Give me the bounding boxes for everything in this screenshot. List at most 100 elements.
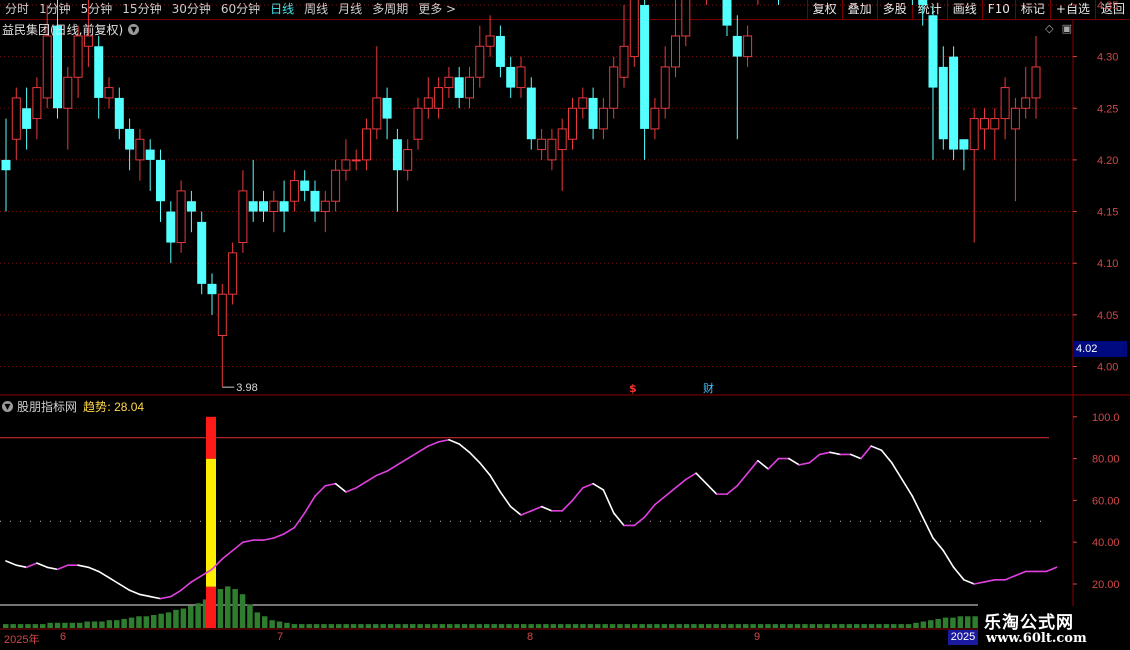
trend-line-segment — [973, 581, 986, 585]
trend-line-segment — [406, 451, 419, 460]
trend-line-segment — [170, 589, 182, 598]
trend-line-segment — [643, 503, 656, 518]
volume-bar — [669, 624, 675, 628]
trend-line-segment — [180, 581, 193, 592]
trend-line-segment — [1004, 574, 1017, 581]
chevron-down-icon[interactable]: ▼ — [128, 24, 140, 35]
volume-bar — [180, 608, 187, 628]
volume-bar — [99, 621, 105, 628]
candle-body — [557, 128, 567, 151]
trend-line-segment — [334, 482, 347, 493]
trend-line-segment — [767, 457, 780, 470]
candle-body — [392, 139, 402, 171]
volume-bar — [276, 621, 283, 628]
indicator-tick-label: 60.00 — [1092, 495, 1120, 507]
volume-bar — [328, 624, 335, 628]
volume-bar — [513, 624, 520, 628]
volume-bar — [136, 616, 142, 628]
volume-bar — [69, 622, 76, 628]
volume-bar — [528, 624, 534, 628]
volume-bar — [476, 624, 483, 628]
trend-line-segment — [932, 537, 945, 552]
chevron-down-icon[interactable]: ▼ — [2, 401, 13, 412]
current-price-badge: 4.02 — [1073, 341, 1127, 357]
candle-body — [938, 66, 948, 140]
volume-bar — [817, 624, 823, 628]
volume-bar — [173, 609, 179, 628]
candle-body — [351, 159, 361, 162]
trend-line-segment — [324, 482, 337, 487]
volume-bar — [802, 624, 808, 628]
candle-body — [289, 180, 299, 202]
volume-bar — [84, 621, 90, 628]
volume-bar — [632, 624, 638, 628]
candle-body — [42, 35, 52, 99]
volume-bar — [846, 624, 853, 628]
volume-bar — [395, 624, 401, 628]
trend-line-segment — [705, 482, 718, 495]
trend-line-segment — [818, 451, 831, 456]
volume-bar — [225, 586, 231, 628]
candle-body — [11, 97, 21, 140]
volume-bar — [698, 624, 705, 628]
candle-body — [526, 87, 536, 140]
trend-line-segment — [1014, 570, 1027, 577]
indicator-header: ▼ 股朋指标网 趋势: 28.04 — [2, 398, 144, 415]
candle-body — [918, 0, 928, 5]
stock-title: 益民集团(日线,前复权) — [2, 23, 124, 37]
volume-bar — [143, 616, 150, 628]
candle-body — [207, 283, 217, 295]
trend-line-segment — [46, 566, 59, 571]
volume-bar — [602, 624, 608, 628]
volume-bar — [750, 624, 756, 628]
volume-bar — [646, 624, 653, 628]
trend-line-segment — [911, 495, 924, 518]
candle-body — [475, 45, 485, 78]
trend-line-segment — [396, 457, 409, 466]
candle-body — [465, 76, 474, 99]
trend-line-segment — [581, 482, 594, 489]
indicator-tick-label: 80.00 — [1092, 454, 1120, 466]
volume-bar — [484, 624, 490, 628]
volume-bar — [765, 624, 771, 628]
volume-bar — [624, 624, 631, 628]
candle-body — [300, 180, 310, 191]
candle-body — [547, 138, 557, 161]
volume-bar — [521, 624, 527, 628]
indicator-line-value: 28.04 — [114, 399, 145, 414]
volume-bar — [461, 624, 468, 628]
volume-bar — [232, 589, 238, 628]
selected-year[interactable]: 2025 — [948, 630, 978, 645]
candle-body — [537, 138, 547, 151]
candle-body — [423, 97, 433, 109]
volume-bar — [735, 624, 742, 628]
window-icon[interactable]: ▣ — [1062, 22, 1072, 35]
trend-line-segment — [746, 459, 759, 475]
candle-body — [125, 128, 135, 150]
trend-line-segment — [921, 516, 934, 539]
candle-body — [743, 35, 753, 58]
candle-body — [640, 4, 650, 129]
trend-line-segment — [787, 457, 800, 466]
diamond-icon[interactable]: ◇ — [1045, 22, 1053, 35]
chart-canvas[interactable]: 4.604.554.504.454.404.354.304.254.204.15… — [0, 0, 1130, 650]
volume-bar — [284, 622, 290, 628]
candle-body — [186, 201, 196, 212]
trend-line-segment — [221, 549, 234, 560]
volume-bar — [424, 624, 431, 628]
candle-body — [104, 87, 114, 99]
trend-line-segment — [149, 595, 162, 600]
trend-line-segment — [880, 449, 893, 464]
trend-line-segment — [262, 537, 275, 541]
volume-bar — [291, 624, 298, 628]
candle-body — [949, 56, 959, 150]
trend-line-segment — [489, 474, 502, 493]
candle-body — [485, 35, 495, 47]
trend-line-segment — [870, 445, 883, 452]
trend-line-segment — [890, 461, 903, 481]
indicator-line-label: 趋势: — [83, 400, 112, 414]
indicator-tick-label: 40.00 — [1092, 537, 1120, 549]
candle-body — [516, 66, 526, 89]
volume-bar — [809, 624, 816, 628]
trend-line-segment — [952, 566, 965, 581]
